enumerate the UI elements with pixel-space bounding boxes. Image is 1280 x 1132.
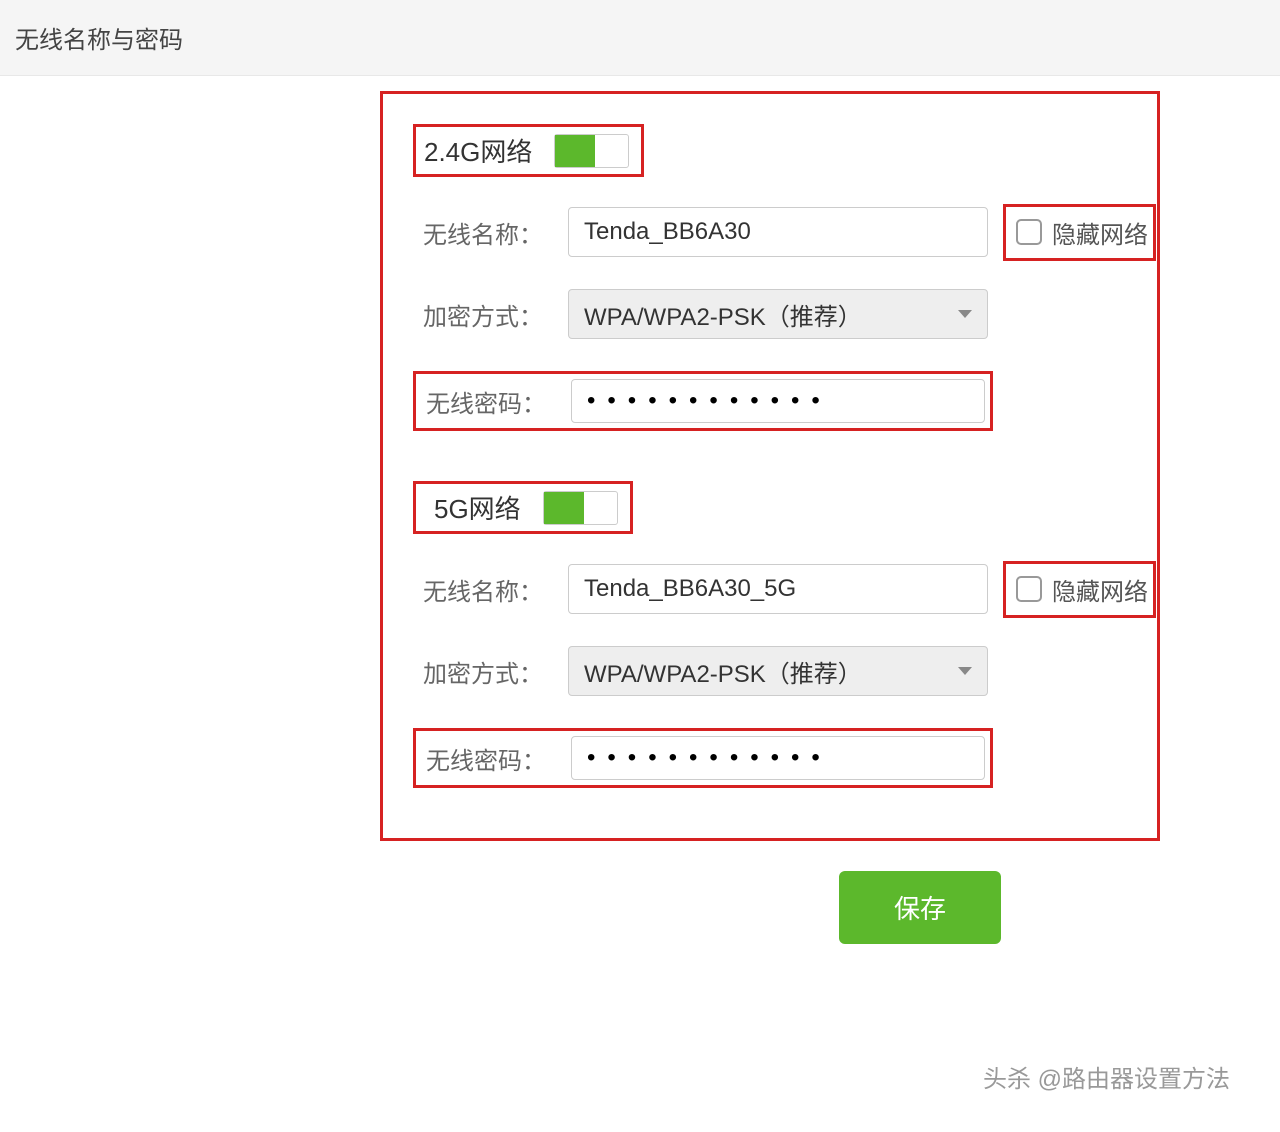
ssid-5-input[interactable]	[568, 564, 988, 614]
hide-5-label: 隐藏网络	[1052, 572, 1148, 607]
network-5-header: 5G网络	[413, 481, 633, 534]
network-5-password-row: 无线密码：	[413, 728, 993, 788]
content-wrapper: 2.4G网络 无线名称： 隐藏网络 加密方式： WPA/WPA2-PSK（推荐）…	[0, 76, 1280, 944]
save-button[interactable]: 保存	[839, 871, 1001, 944]
password-24-input[interactable]	[571, 379, 985, 423]
chevron-down-icon	[958, 310, 972, 318]
toggle-on-indicator	[555, 135, 595, 167]
network-5-encryption-row: 加密方式： WPA/WPA2-PSK（推荐）	[413, 646, 1127, 696]
page-header: 无线名称与密码	[0, 0, 1280, 76]
form-container: 2.4G网络 无线名称： 隐藏网络 加密方式： WPA/WPA2-PSK（推荐）…	[380, 91, 1160, 841]
page-title: 无线名称与密码	[15, 27, 183, 54]
password-5-input[interactable]	[571, 736, 985, 780]
hide-24-wrapper: 隐藏网络	[1003, 204, 1156, 261]
encryption-24-select[interactable]: WPA/WPA2-PSK（推荐）	[568, 289, 988, 339]
password-5-label: 无线密码：	[421, 741, 571, 776]
save-row: 保存	[380, 871, 1280, 944]
password-24-label: 无线密码：	[421, 384, 571, 419]
encryption-24-value: WPA/WPA2-PSK（推荐）	[584, 297, 862, 332]
network-5-toggle[interactable]	[543, 491, 618, 525]
network-24-toggle[interactable]	[554, 134, 629, 168]
ssid-24-input[interactable]	[568, 207, 988, 257]
ssid-5-label: 无线名称：	[413, 572, 568, 607]
encryption-24-label: 加密方式：	[413, 297, 568, 332]
toggle-on-indicator	[544, 492, 584, 524]
network-24-title: 2.4G网络	[424, 132, 532, 169]
network-24-encryption-row: 加密方式： WPA/WPA2-PSK（推荐）	[413, 289, 1127, 339]
hide-5-wrapper: 隐藏网络	[1003, 561, 1156, 618]
chevron-down-icon	[958, 667, 972, 675]
hide-5-checkbox[interactable]	[1016, 576, 1042, 602]
encryption-5-label: 加密方式：	[413, 654, 568, 689]
hide-24-checkbox[interactable]	[1016, 219, 1042, 245]
network-24-header: 2.4G网络	[413, 124, 644, 177]
hide-24-label: 隐藏网络	[1052, 215, 1148, 250]
watermark: 头杀 @路由器设置方法	[983, 1059, 1230, 1094]
network-24-ssid-row: 无线名称： 隐藏网络	[413, 207, 1127, 257]
network-5-ssid-row: 无线名称： 隐藏网络	[413, 564, 1127, 614]
network-5-title: 5G网络	[434, 489, 521, 526]
encryption-5-select[interactable]: WPA/WPA2-PSK（推荐）	[568, 646, 988, 696]
network-24-password-row: 无线密码：	[413, 371, 993, 431]
ssid-24-label: 无线名称：	[413, 215, 568, 250]
encryption-5-value: WPA/WPA2-PSK（推荐）	[584, 654, 862, 689]
